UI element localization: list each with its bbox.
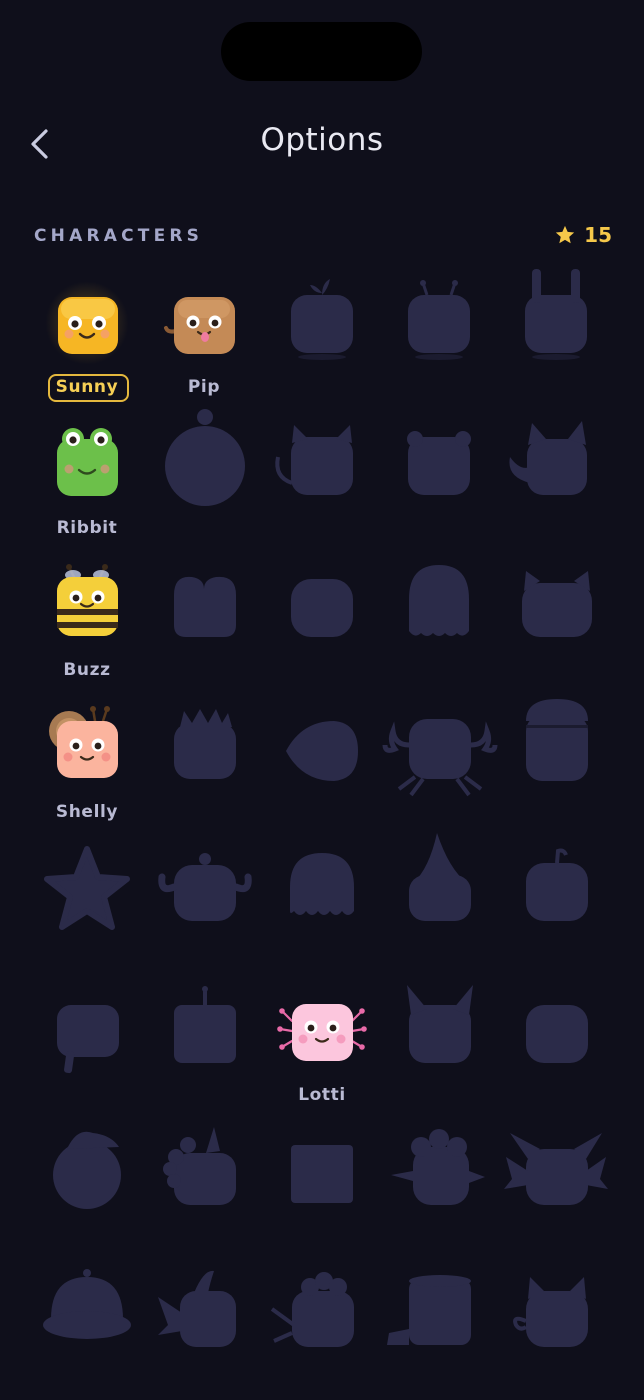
character-pip[interactable] — [154, 275, 254, 375]
star-counter: 15 — [554, 223, 612, 247]
character-ribbit[interactable] — [37, 417, 137, 517]
locked-character — [389, 275, 489, 375]
character-lotti[interactable] — [272, 985, 372, 1085]
locked-character — [154, 985, 254, 1085]
character-name-ribbit: Ribbit — [56, 518, 118, 538]
locked-character — [389, 559, 489, 659]
page-title: Options — [260, 122, 384, 158]
locked-character — [506, 417, 606, 517]
locked-character — [389, 1127, 489, 1227]
locked-character — [154, 1269, 254, 1369]
character-sunny[interactable] — [37, 275, 137, 375]
locked-character — [37, 1269, 137, 1369]
locked-character — [389, 833, 489, 943]
locked-character — [506, 1269, 606, 1369]
character-name-lotti: Lotti — [298, 1085, 346, 1105]
locked-character — [504, 1127, 608, 1227]
locked-character — [37, 843, 137, 943]
locked-character — [154, 701, 254, 801]
locked-character — [154, 843, 254, 943]
locked-character — [154, 559, 254, 659]
locked-character — [270, 1269, 372, 1369]
locked-character — [272, 275, 372, 375]
locked-character — [382, 701, 498, 801]
locked-character — [506, 843, 606, 943]
locked-character — [272, 1127, 372, 1227]
locked-character — [154, 1127, 254, 1227]
character-shelly[interactable] — [37, 701, 137, 801]
locked-character — [506, 559, 606, 659]
dynamic-island — [221, 22, 422, 81]
character-name-shelly: Shelly — [55, 802, 119, 822]
star-icon — [555, 225, 575, 244]
locked-character — [506, 985, 606, 1085]
locked-character — [506, 269, 606, 375]
locked-character — [272, 701, 372, 801]
section-label: CHARACTERS — [34, 226, 204, 246]
locked-character — [37, 985, 137, 1085]
character-name-pip: Pip — [187, 377, 221, 397]
locked-character — [272, 843, 372, 943]
locked-character — [389, 985, 489, 1085]
locked-character — [37, 1127, 137, 1227]
locked-character — [272, 417, 372, 517]
locked-character — [389, 417, 489, 517]
locked-character — [154, 409, 254, 517]
character-name-sunny: Sunny — [55, 377, 119, 397]
star-count: 15 — [584, 223, 612, 247]
locked-character — [272, 559, 372, 659]
character-name-buzz: Buzz — [63, 660, 111, 680]
character-buzz[interactable] — [37, 559, 137, 659]
locked-character — [387, 1269, 489, 1369]
locked-character — [506, 699, 606, 801]
